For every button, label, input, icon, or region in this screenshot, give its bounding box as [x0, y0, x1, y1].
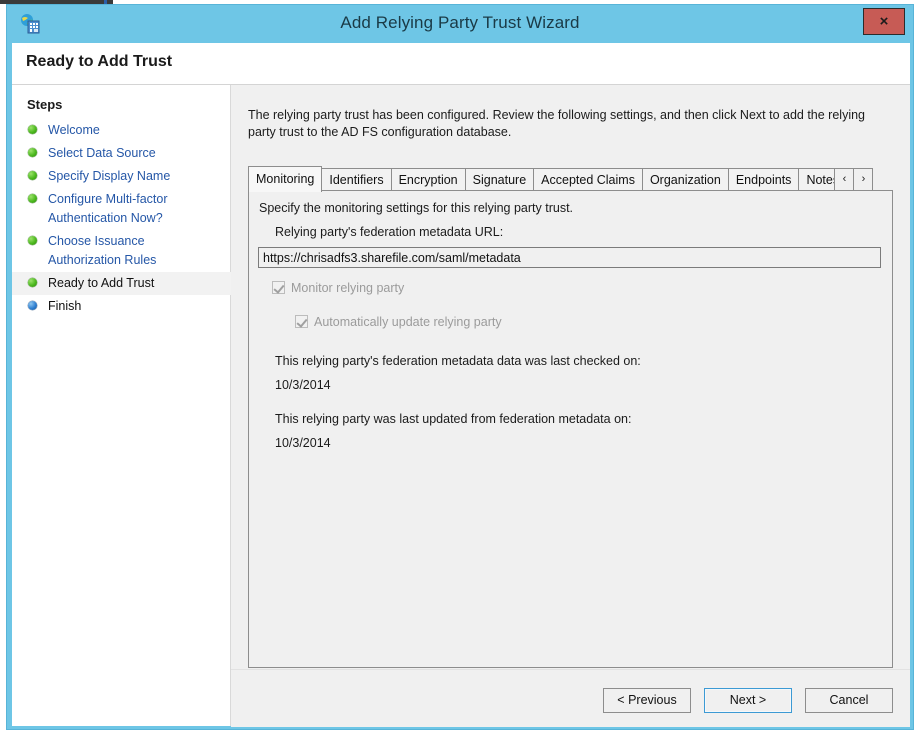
last-updated-label: This relying party was last updated from… [275, 412, 632, 426]
last-checked-value: 10/3/2014 [275, 378, 331, 392]
cancel-button[interactable]: Cancel [805, 688, 893, 713]
steps-sidebar: Steps Welcome Select Data Source Specify… [12, 85, 231, 726]
previous-button[interactable]: < Previous [603, 688, 691, 713]
step-bullet-icon [28, 171, 37, 180]
intro-text: The relying party trust has been configu… [248, 108, 866, 139]
step-bullet-icon [28, 194, 37, 203]
sidebar-item-label: Choose Issuance [48, 234, 145, 248]
sidebar-item-configure-multi-factor-authentication[interactable]: Configure Multi-factor Authentication No… [12, 188, 231, 230]
tab-signature[interactable]: Signature [464, 168, 535, 191]
tab-scroll-buttons: ‹ › [834, 168, 874, 191]
sidebar-item-finish[interactable]: Finish [12, 295, 231, 318]
last-updated-block: This relying party was last updated from… [275, 407, 631, 455]
step-bullet-icon [28, 236, 37, 245]
step-bullet-icon [28, 301, 37, 310]
tab-identifiers[interactable]: Identifiers [321, 168, 392, 191]
sidebar-item-label-line2: Authentication Now? [48, 211, 163, 225]
auto-update-relying-party-checkbox[interactable]: Automatically update relying party [295, 315, 502, 329]
step-bullet-icon [28, 148, 37, 157]
checkbox-checked-icon [295, 315, 308, 328]
sidebar-item-label: Ready to Add Trust [48, 276, 155, 290]
sidebar-item-label: Finish [48, 299, 82, 313]
tab-scroll-right-icon[interactable]: › [853, 168, 874, 191]
last-checked-label: This relying party's federation metadata… [275, 354, 641, 368]
sidebar-item-choose-issuance-authorization-rules[interactable]: Choose Issuance Authorization Rules [12, 230, 231, 272]
wizard-footer: < Previous Next > Cancel [231, 669, 910, 727]
sidebar-item-select-data-source[interactable]: Select Data Source [12, 142, 231, 165]
steps-list: Welcome Select Data Source Specify Displ… [12, 119, 231, 318]
sidebar-item-label-line2: Authorization Rules [48, 253, 157, 267]
screen: Add Relying Party Trust Wizard × Ready t… [0, 0, 922, 745]
sidebar-item-welcome[interactable]: Welcome [12, 119, 231, 142]
tab-organization[interactable]: Organization [641, 168, 729, 191]
metadata-url-input[interactable] [258, 247, 881, 268]
wizard-body: Steps Welcome Select Data Source Specify… [12, 85, 910, 727]
sidebar-item-ready-to-add-trust[interactable]: Ready to Add Trust [12, 272, 231, 295]
tab-notes[interactable]: Notes [798, 168, 837, 191]
settings-tab-control: Monitoring Identifiers Encryption Signat… [248, 166, 893, 668]
tab-monitoring[interactable]: Monitoring [248, 166, 323, 192]
page-header: Ready to Add Trust [12, 43, 910, 85]
step-bullet-icon [28, 125, 37, 134]
tab-strip: Monitoring Identifiers Encryption Signat… [248, 166, 893, 192]
steps-heading: Steps [27, 97, 63, 112]
last-updated-value: 10/3/2014 [275, 436, 331, 450]
window-title: Add Relying Party Trust Wizard [340, 13, 580, 32]
metadata-url-label: Relying party's federation metadata URL: [275, 225, 504, 239]
monitoring-tab-page: Specify the monitoring settings for this… [248, 190, 893, 668]
monitor-relying-party-label: Monitor relying party [291, 281, 405, 295]
sidebar-item-label: Welcome [48, 123, 100, 137]
checkbox-checked-icon [272, 281, 285, 294]
monitoring-description: Specify the monitoring settings for this… [259, 201, 574, 215]
close-icon[interactable]: × [863, 8, 905, 35]
sidebar-item-label: Specify Display Name [48, 169, 171, 183]
sidebar-item-specify-display-name[interactable]: Specify Display Name [12, 165, 231, 188]
sidebar-item-label: Select Data Source [48, 146, 156, 160]
tab-accepted-claims[interactable]: Accepted Claims [533, 168, 643, 191]
auto-update-relying-party-label: Automatically update relying party [314, 315, 502, 329]
monitor-relying-party-checkbox[interactable]: Monitor relying party [272, 281, 404, 295]
title-bar: Add Relying Party Trust Wizard × [7, 5, 913, 43]
sidebar-item-label: Configure Multi-factor [48, 192, 168, 206]
last-checked-block: This relying party's federation metadata… [275, 349, 641, 397]
step-bullet-icon [28, 278, 37, 287]
tab-encryption[interactable]: Encryption [390, 168, 466, 191]
next-button[interactable]: Next > [704, 688, 792, 713]
main-content: The relying party trust has been configu… [231, 85, 910, 726]
page-title: Ready to Add Trust [26, 53, 173, 70]
tab-endpoints[interactable]: Endpoints [727, 168, 800, 191]
wizard-window: Add Relying Party Trust Wizard × Ready t… [6, 4, 914, 730]
tab-scroll-left-icon[interactable]: ‹ [834, 168, 855, 191]
